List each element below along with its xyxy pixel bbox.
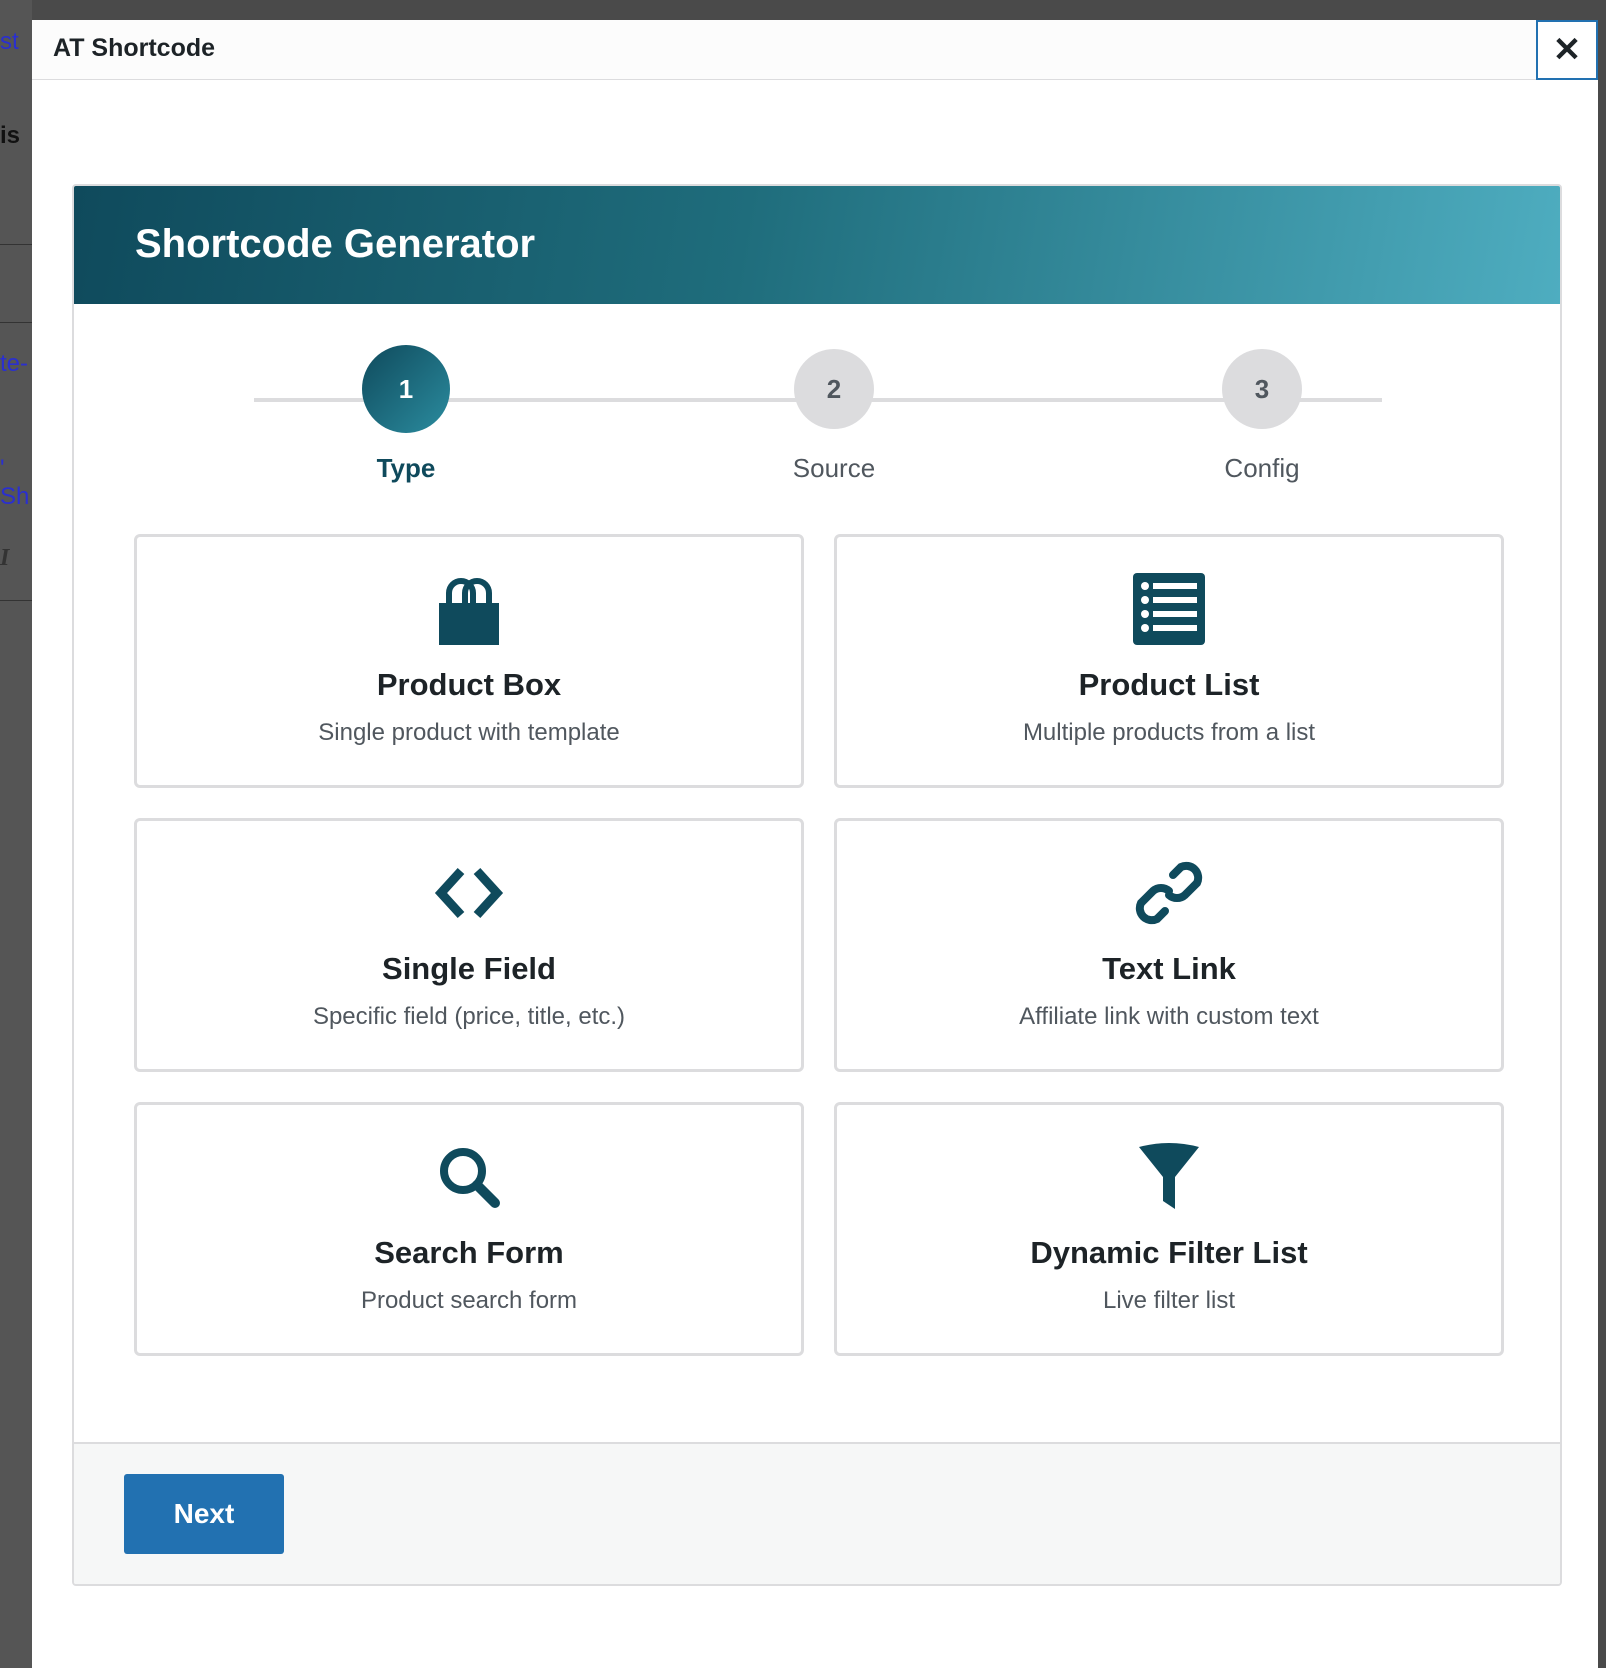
card-title: Search Form xyxy=(374,1235,564,1270)
card-description: Live filter list xyxy=(1102,1287,1236,1314)
step-label: Config xyxy=(1224,453,1300,483)
card-description: Single product with template xyxy=(318,719,620,746)
generator-footer: Next xyxy=(74,1442,1560,1584)
card-title: Dynamic Filter List xyxy=(1030,1235,1308,1270)
background-link-fragment: st xyxy=(0,28,19,55)
card-title: Product List xyxy=(1078,667,1260,702)
background-divider xyxy=(0,322,32,323)
generator-header: Shortcode Generator xyxy=(74,186,1560,304)
background-divider xyxy=(0,600,32,601)
card-description: Product search form xyxy=(360,1287,578,1314)
page-backdrop xyxy=(0,0,1606,20)
close-icon: ✕ xyxy=(1552,31,1582,69)
list-icon xyxy=(1133,573,1205,645)
shortcode-modal: AT Shortcode ✕ Shortcode Generator 1 Typ… xyxy=(32,20,1598,1668)
generator-title: Shortcode Generator xyxy=(135,222,536,266)
background-divider xyxy=(0,244,32,245)
step-config: 3 Config xyxy=(1162,349,1362,484)
italic-tool-fragment: I xyxy=(0,545,10,571)
card-product-list[interactable]: Product List Multiple products from a li… xyxy=(834,534,1504,788)
search-icon xyxy=(433,1141,505,1213)
card-dynamic-filter-list[interactable]: Dynamic Filter List Live filter list xyxy=(834,1102,1504,1356)
step-label: Type xyxy=(376,453,436,483)
step-source: 2 Source xyxy=(734,349,934,484)
step-indicator: 1 Type 2 Source 3 Config xyxy=(74,304,1560,504)
background-link-fragment: ' Sh xyxy=(0,455,30,510)
card-description: Specific field (price, title, etc.) xyxy=(312,1003,626,1030)
card-description: Multiple products from a list xyxy=(1022,719,1316,746)
background-page: st is te- ' Sh I xyxy=(0,0,32,1668)
close-button[interactable]: ✕ xyxy=(1536,20,1598,80)
card-title: Text Link xyxy=(1102,951,1236,986)
card-single-field[interactable]: Single Field Specific field (price, titl… xyxy=(134,818,804,1072)
background-link-fragment: te- xyxy=(0,350,29,377)
code-icon xyxy=(433,857,505,929)
link-icon xyxy=(1133,857,1205,929)
card-title: Product Box xyxy=(376,667,562,702)
modal-title: AT Shortcode xyxy=(53,34,216,62)
step-number: 3 xyxy=(1222,349,1302,429)
shopping-bag-icon xyxy=(433,573,505,645)
card-text-link[interactable]: Text Link Affiliate link with custom tex… xyxy=(834,818,1504,1072)
card-title: Single Field xyxy=(382,951,556,986)
card-search-form[interactable]: Search Form Product search form xyxy=(134,1102,804,1356)
background-text-fragment: is xyxy=(0,122,21,149)
card-description: Affiliate link with custom text xyxy=(1019,1003,1319,1030)
filter-icon xyxy=(1133,1141,1205,1213)
step-label: Source xyxy=(792,453,876,483)
step-type: 1 Type xyxy=(306,345,506,484)
shortcode-generator: Shortcode Generator 1 Type 2 Source 3 Co… xyxy=(72,184,1562,1586)
step-number: 1 xyxy=(362,345,450,433)
step-number: 2 xyxy=(794,349,874,429)
next-button[interactable]: Next xyxy=(124,1474,284,1554)
modal-header: AT Shortcode ✕ xyxy=(32,20,1598,80)
card-product-box[interactable]: Product Box Single product with template xyxy=(134,534,804,788)
